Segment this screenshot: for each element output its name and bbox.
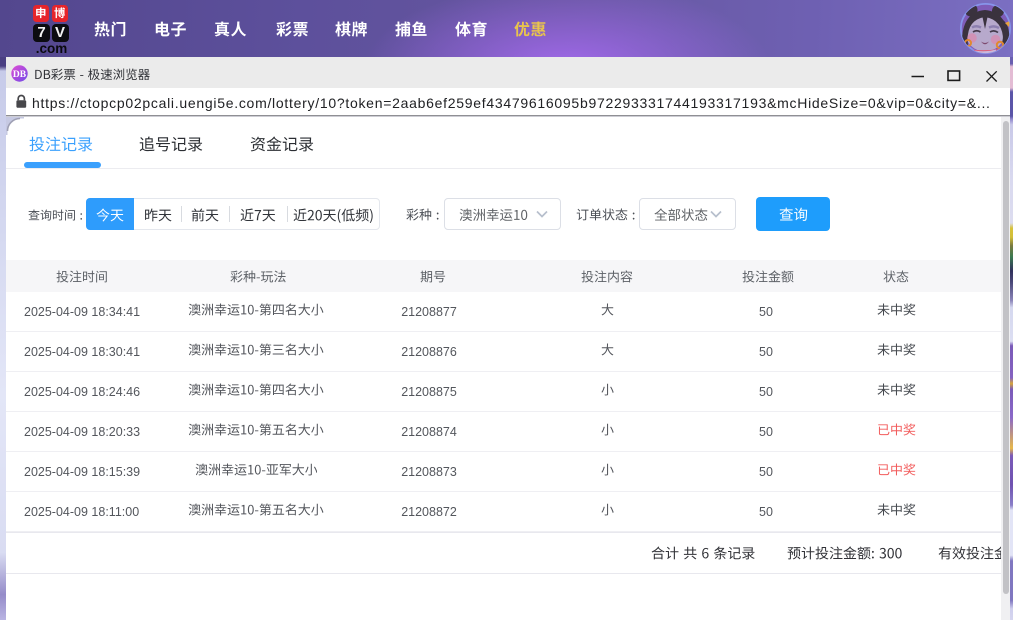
svg-text:DB: DB xyxy=(13,70,27,80)
